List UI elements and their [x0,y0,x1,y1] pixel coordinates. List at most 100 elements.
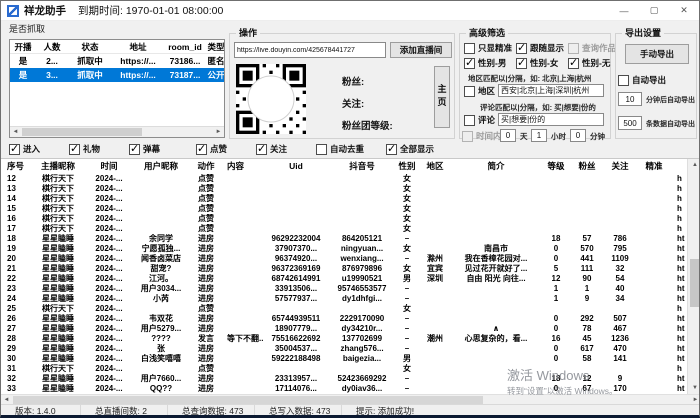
close-button[interactable]: ✕ [669,1,699,20]
table-row[interactable]: 26星星瞌睡2024-...韦双花进房657449395112229170090… [1,314,700,324]
cell: 余同学 [131,234,191,244]
table-row[interactable]: 19星星瞌睡2024-...宁愿孤独...进房37907370...ningyu… [1,244,700,254]
scroll-right-icon[interactable]: ► [213,127,224,137]
scroll-thumb[interactable] [22,128,142,136]
cell: – [395,234,419,244]
room-row[interactable]: 是3...抓取中https://...73187...公开 [10,68,224,82]
table-row[interactable]: 15棋行天下2024-...点赞女h [1,204,700,214]
filter-checkbox-进入[interactable]: 进入 [9,143,40,155]
filter-checkbox-礼物[interactable]: 礼物 [69,143,100,155]
filter-checkbox-点赞[interactable]: 点赞 [196,143,227,155]
checkbox-icon[interactable] [386,144,397,155]
cell: 进房 [191,374,221,384]
checkbox-auto-export[interactable]: 自动导出 [618,74,666,86]
data-table-hscrollbar[interactable]: ◄ ► [1,394,700,404]
table-row[interactable]: 33星星瞌睡2024-...QQ??进房17114076...dy0iav36.… [1,384,700,394]
cell [637,274,671,284]
checkbox-icon[interactable] [256,144,267,155]
checkbox-查询作品[interactable]: 查询作品 [568,42,616,54]
checkbox-icon[interactable] [516,43,527,54]
home-page-button[interactable]: 主页 [434,66,450,128]
region-input[interactable] [498,84,604,97]
scroll-down-icon[interactable]: ▼ [688,382,700,394]
cell: 点赞 [191,194,221,204]
checkbox-只显精准[interactable]: 只显精准 [464,42,512,54]
table-row[interactable]: 14棋行天下2024-...点赞女h [1,194,700,204]
checkbox-icon[interactable] [568,58,579,69]
comment-input[interactable] [498,113,604,126]
checkbox-icon[interactable] [568,43,579,54]
table-row[interactable]: 12棋行天下2024-...点赞女h [1,174,700,184]
checkbox-icon[interactable] [464,43,475,54]
table-row[interactable]: 24星星瞌睡2024-...小芮进房57577937...dy1dhfgi...… [1,294,700,304]
table-row[interactable]: 29星星瞌睡2024-...张进房35004537...zhang576...–… [1,344,700,354]
scroll-thumb[interactable] [690,259,700,307]
cell: 68742614991 [263,274,329,284]
maximize-button[interactable]: ▢ [639,1,669,20]
export-count-input[interactable] [618,116,642,130]
checkbox-icon[interactable] [618,75,629,86]
room-table-hscrollbar[interactable]: ◄ ► [10,126,224,137]
table-row[interactable]: 18星星瞌睡2024-...余同学进房96292232004864205121–… [1,234,700,244]
checkbox-icon[interactable] [464,86,475,97]
checkbox-region[interactable]: 地区 [464,85,495,97]
checkbox-icon[interactable] [69,144,80,155]
cell: 3... [36,68,68,82]
table-row[interactable]: 23星星瞌睡2024-...用户3034...进房33913506...9574… [1,284,700,294]
filter-checkbox-弹幕[interactable]: 弹幕 [129,143,160,155]
checkbox-icon[interactable] [9,144,20,155]
cell: room_id [164,40,206,53]
checkbox-icon[interactable] [316,144,327,155]
manual-export-button[interactable]: 手动导出 [625,44,689,64]
room-row[interactable]: 是2...抓取中https://...73186...匿名 [10,54,224,68]
scroll-thumb[interactable] [13,396,483,404]
data-table-vscrollbar[interactable]: ▲ ▼ [687,159,700,394]
checkbox-icon[interactable] [464,58,475,69]
tab-capture[interactable]: 是否抓取 [9,22,45,35]
cell: 内容 [221,159,263,174]
checkbox-icon[interactable] [196,144,207,155]
cell: ht [671,234,685,244]
table-row[interactable]: 31棋行天下2024-...点赞女h [1,364,700,374]
table-row[interactable]: 13棋行天下2024-...点赞女h [1,184,700,194]
cell: 星星瞌睡 [29,314,87,324]
cell: 主播昵称 [29,159,87,174]
filter-checkbox-关注[interactable]: 关注 [256,143,287,155]
checkbox-icon[interactable] [462,131,473,142]
table-row[interactable]: 25棋行天下2024-...点赞女h [1,304,700,314]
filter-checkbox-全部显示[interactable]: 全部显示 [386,143,434,155]
cell [263,174,329,184]
checkbox-icon[interactable] [129,144,140,155]
checkbox-跟随显示[interactable]: 跟随显示 [516,42,564,54]
cell: 96372369169 [263,264,329,274]
table-row[interactable]: 32星星瞌睡2024-...用户7660...进房23313957...5242… [1,374,700,384]
cell: ningyuan... [329,244,395,254]
scroll-up-icon[interactable]: ▲ [688,159,700,171]
table-row[interactable]: 27星星瞌睡2024-...用户5279...进房18907779...dy34… [1,324,700,334]
filter-checkbox-自动去重[interactable]: 自动去重 [316,143,364,155]
table-row[interactable]: 22星星瞌睡2024-...江河。进房68742614991u19990521男… [1,274,700,284]
checkbox-label: 评论 [478,114,495,126]
cell [221,354,263,364]
table-row[interactable]: 16棋行天下2024-...点赞女h [1,214,700,224]
table-row[interactable]: 17棋行天下2024-...点赞女h [1,224,700,234]
checkbox-comment[interactable]: 评论 [464,114,495,126]
table-row[interactable]: 28星星瞌睡2024-...????发言等下不翻...7551662269213… [1,334,700,344]
add-room-button[interactable]: 添加直播间 [390,42,452,58]
table-row[interactable]: 30星星瞌睡2024-...白浅笑嘻嘻进房59222188498baigezia… [1,354,700,364]
cell [451,214,541,224]
live-url-input[interactable] [234,42,386,58]
checkbox-icon[interactable] [516,58,527,69]
cell [329,174,395,184]
advanced-filter-title: 高级筛选 [466,28,508,39]
cell: – [395,384,419,394]
table-row[interactable]: 20星星瞌睡2024-...闻香卤菜店进房96374920...wenxiang… [1,254,700,264]
checkbox-性别-女[interactable]: 性别-女 [516,57,558,69]
checkbox-性别-男[interactable]: 性别-男 [464,57,506,69]
checkbox-性别-无[interactable]: 性别-无 [568,57,610,69]
scroll-left-icon[interactable]: ◄ [10,127,21,137]
minimize-button[interactable]: — [609,1,639,20]
export-minutes-input[interactable] [618,92,642,106]
table-row[interactable]: 21星星瞌睡2024-...甜宠?进房96372369169876979896女… [1,264,700,274]
checkbox-icon[interactable] [464,115,475,126]
